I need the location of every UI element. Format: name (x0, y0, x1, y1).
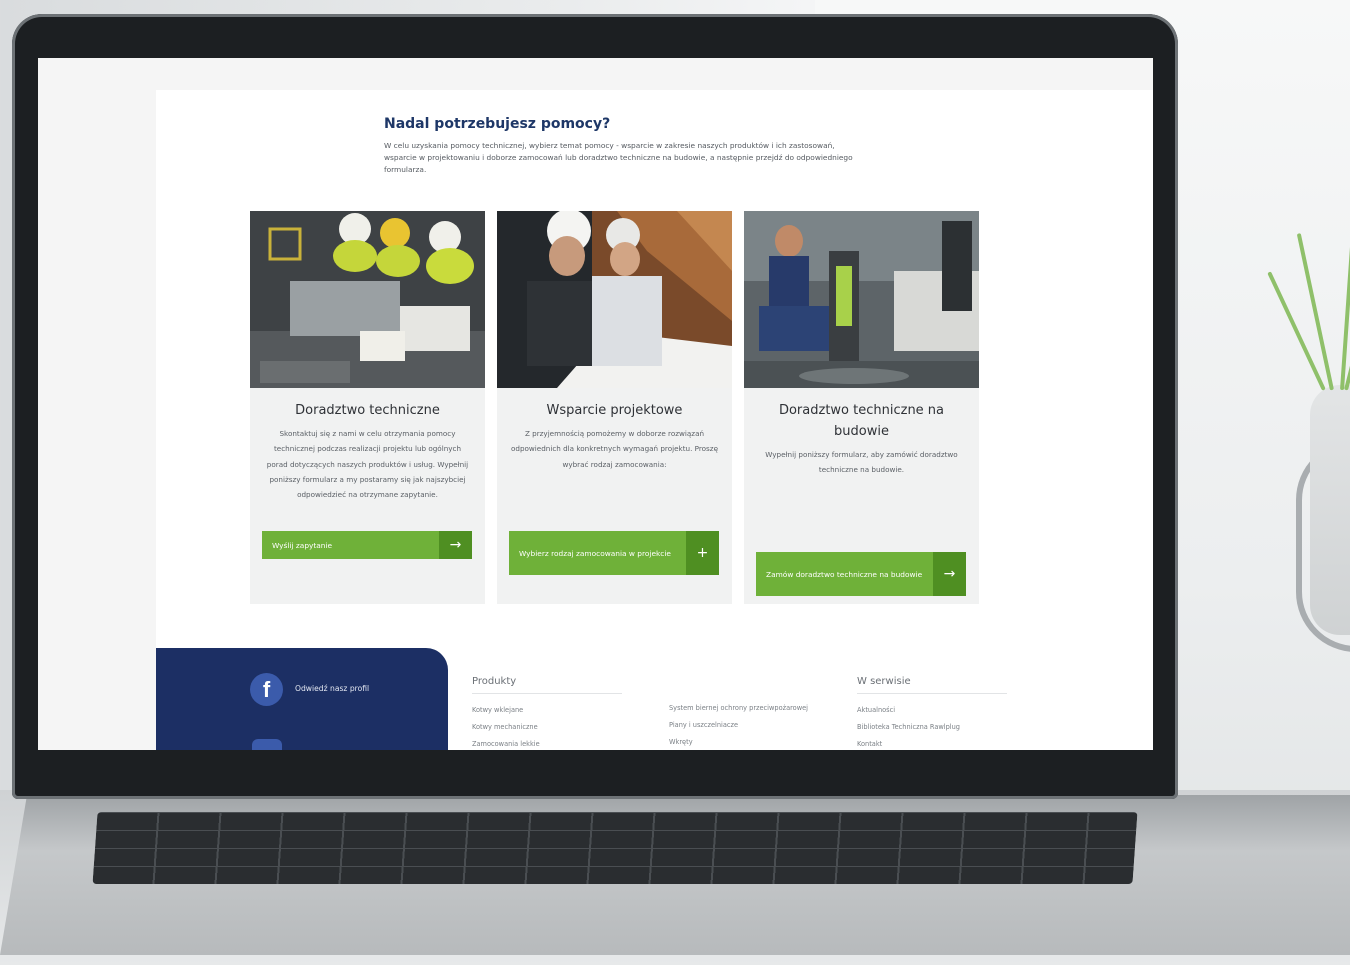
card-text: Wypełnij poniższy formularz, aby zamówić… (765, 450, 958, 475)
card-photo-engineers-reviewing-plans (497, 211, 732, 388)
card-onsite-advice: Doradztwo techniczne na budowie Wypełnij… (744, 211, 979, 604)
button-label: Wybierz rodzaj zamocowania w projekcie (519, 548, 671, 558)
card-photo-workshop-testing (744, 211, 979, 388)
youtube-icon[interactable] (252, 739, 282, 750)
facebook-profile-link[interactable]: Odwiedź nasz profil (295, 684, 369, 693)
footer-link[interactable]: Kotwy mechaniczne (472, 719, 622, 736)
footer-link[interactable]: Piany i uszczelniacze (669, 717, 808, 734)
arrow-right-icon: → (933, 552, 966, 596)
footer-link[interactable]: Aktualności (857, 702, 1007, 719)
footer-service-column: W serwisie Aktualności Biblioteka Techni… (857, 676, 1007, 750)
card-photo-construction-team (250, 211, 485, 388)
footer-products-column: Produkty Kotwy wklejane Kotwy mechaniczn… (472, 676, 622, 750)
laptop-screen: Nadal potrzebujesz pomocy? W celu uzyska… (38, 58, 1153, 750)
laptop-keyboard (92, 812, 1138, 884)
send-inquiry-button[interactable]: Wyślij zapytanie → (262, 531, 472, 559)
plant-pot (1310, 385, 1350, 635)
social-links-panel: f Odwiedź nasz profil (156, 648, 448, 750)
button-label: Zamów doradztwo techniczne na budowie (766, 569, 923, 579)
button-label: Wyślij zapytanie (272, 540, 333, 550)
footer-link[interactable]: Zamocowania lekkie (472, 736, 622, 750)
order-onsite-advice-button[interactable]: Zamów doradztwo techniczne na budowie → (756, 552, 966, 596)
plus-icon: + (686, 531, 719, 575)
footer-link[interactable]: Biblioteka Techniczna Rawlplug (857, 719, 1007, 736)
footer-link[interactable]: Wkręty (669, 734, 808, 750)
footer-heading: Produkty (472, 676, 622, 694)
footer-link[interactable]: System biernej ochrony przeciwpożarowej (669, 700, 808, 717)
page-title: Nadal potrzebujesz pomocy? (384, 116, 611, 132)
card-title: Wsparcie projektowe (546, 403, 683, 418)
footer-products-column-2: System biernej ochrony przeciwpożarowej … (669, 700, 808, 750)
card-title: Doradztwo techniczne (295, 403, 440, 418)
footer-link[interactable]: Kotwy wklejane (472, 702, 622, 719)
card-text: Z przyjemnością pomożemy w doborze rozwi… (511, 429, 718, 469)
card-title: Doradztwo techniczne na budowie (778, 403, 945, 439)
card-design-support: Wsparcie projektowe Z przyjemnością pomo… (497, 211, 732, 604)
choose-anchor-type-button[interactable]: Wybierz rodzaj zamocowania w projekcie + (509, 531, 719, 575)
arrow-right-icon: → (439, 531, 472, 559)
page-description: W celu uzyskania pomocy technicznej, wyb… (384, 141, 853, 174)
footer-link[interactable]: Kontakt (857, 736, 1007, 750)
card-technical-advice: Doradztwo techniczne Skontaktuj się z na… (250, 211, 485, 604)
facebook-icon[interactable]: f (250, 673, 283, 706)
card-text: Skontaktuj się z nami w celu otrzymania … (266, 429, 469, 500)
footer-heading: W serwisie (857, 676, 1007, 694)
